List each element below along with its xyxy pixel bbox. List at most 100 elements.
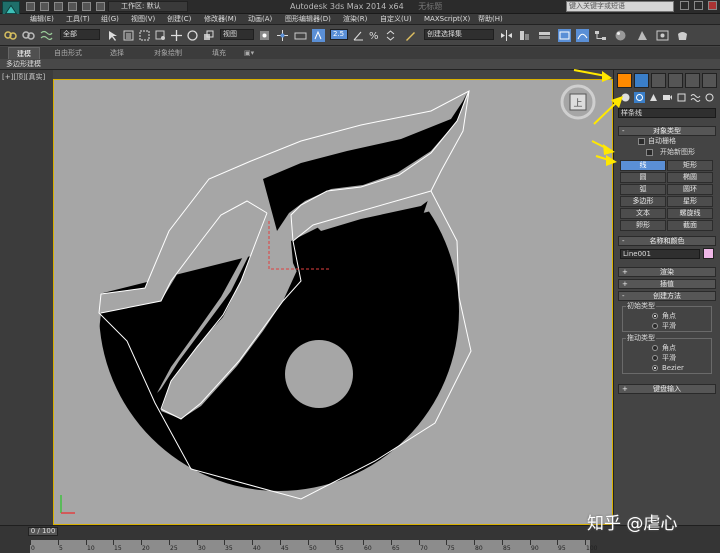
select-by-name-icon[interactable] xyxy=(122,29,135,42)
material-editor-icon[interactable] xyxy=(614,29,627,42)
ribbon-options-icon[interactable]: ▣▾ xyxy=(236,47,262,59)
ellipse-button[interactable]: 椭圆 xyxy=(667,172,713,183)
display-tab-icon[interactable] xyxy=(685,73,700,88)
modify-tab-icon[interactable] xyxy=(634,73,649,88)
align-icon[interactable] xyxy=(518,29,531,42)
systems-icon[interactable] xyxy=(704,92,715,103)
menu-graph-editors[interactable]: 图形编辑器(D) xyxy=(285,14,331,25)
menu-views[interactable]: 视图(V) xyxy=(131,14,155,25)
close-icon[interactable] xyxy=(708,1,717,10)
drag-bezier-radio[interactable] xyxy=(652,365,658,371)
link-icon[interactable] xyxy=(4,29,17,42)
keyboard-shortcut-override-icon[interactable] xyxy=(294,29,307,42)
category-dropdown[interactable]: 样条线 xyxy=(618,108,716,118)
edit-named-selection-icon[interactable] xyxy=(404,29,417,42)
move-icon[interactable] xyxy=(170,29,183,42)
creation-method-rollout[interactable]: - 创建方法 xyxy=(618,291,716,301)
initial-corner-radio[interactable] xyxy=(652,313,658,319)
menu-rendering[interactable]: 渲染(R) xyxy=(343,14,367,25)
redo-icon[interactable] xyxy=(82,2,91,11)
graphite-ribbon-icon[interactable] xyxy=(558,29,571,42)
tab-populate[interactable]: 填充 xyxy=(204,47,234,59)
object-type-rollout[interactable]: - 对象类型 xyxy=(618,126,716,136)
lights-icon[interactable] xyxy=(648,92,659,103)
menu-edit[interactable]: 编辑(E) xyxy=(30,14,54,25)
start-new-shape-checkbox[interactable] xyxy=(646,149,653,156)
rectangle-button[interactable]: 矩形 xyxy=(667,160,713,171)
open-file-icon[interactable] xyxy=(40,2,49,11)
keyboard-entry-rollout[interactable]: + 键盘输入 xyxy=(618,384,716,394)
donut-button[interactable]: 圆环 xyxy=(667,184,713,195)
unlink-icon[interactable] xyxy=(22,29,35,42)
schematic-view-icon[interactable] xyxy=(594,29,607,42)
cameras-icon[interactable] xyxy=(662,92,673,103)
window-crossing-icon[interactable] xyxy=(154,29,167,42)
utilities-tab-icon[interactable] xyxy=(702,73,717,88)
pivot-center-icon[interactable] xyxy=(258,29,271,42)
percent-snap-icon[interactable]: % xyxy=(368,29,381,42)
viewport-top[interactable]: 上 xyxy=(53,79,613,525)
initial-smooth-radio[interactable] xyxy=(652,323,658,329)
menu-help[interactable]: 帮助(H) xyxy=(478,14,503,25)
render-production-icon[interactable] xyxy=(676,29,689,42)
angle-snap-icon[interactable] xyxy=(352,29,365,42)
layer-manager-icon[interactable] xyxy=(538,29,551,42)
ribbon-panel-label[interactable]: 多边形建模 xyxy=(6,59,41,70)
tab-modeling[interactable]: 建模 xyxy=(8,47,40,59)
object-name-field[interactable]: Line001 xyxy=(620,249,700,259)
maximize-icon[interactable] xyxy=(694,1,703,10)
interpolation-rollout[interactable]: + 插值 xyxy=(618,279,716,289)
reference-coord-dropdown[interactable]: 视图 xyxy=(220,29,254,40)
ngon-button[interactable]: 多边形 xyxy=(620,196,666,207)
menu-create[interactable]: 创建(C) xyxy=(167,14,191,25)
menu-maxscript[interactable]: MAXScript(X) xyxy=(424,14,470,25)
text-button[interactable]: 文本 xyxy=(620,208,666,219)
motion-tab-icon[interactable] xyxy=(668,73,683,88)
tab-freeform[interactable]: 自由形式 xyxy=(46,47,90,59)
curve-editor-icon[interactable] xyxy=(576,29,589,42)
menu-animation[interactable]: 动画(A) xyxy=(248,14,272,25)
minimize-icon[interactable] xyxy=(680,1,689,10)
search-input[interactable]: 键入关键字或短语 xyxy=(566,1,674,12)
rendered-frame-window-icon[interactable] xyxy=(656,29,669,42)
shapes-icon[interactable] xyxy=(634,92,645,103)
mirror-icon[interactable] xyxy=(500,29,513,42)
scale-icon[interactable] xyxy=(202,29,215,42)
undo-icon[interactable] xyxy=(68,2,77,11)
space-warps-icon[interactable] xyxy=(690,92,701,103)
name-color-rollout[interactable]: - 名称和颜色 xyxy=(618,236,716,246)
save-file-icon[interactable] xyxy=(54,2,63,11)
drag-corner-radio[interactable] xyxy=(652,345,658,351)
spinner-snap-icon[interactable] xyxy=(384,29,397,42)
render-setup-icon[interactable] xyxy=(636,29,649,42)
rendering-rollout[interactable]: + 渲染 xyxy=(618,267,716,277)
tab-object-paint[interactable]: 对象绘制 xyxy=(146,47,190,59)
track-bar[interactable]: 0 5 10 15 20 25 30 35 40 45 50 55 60 65 70 75 80 85 90 95 10… xyxy=(30,540,597,553)
arc-button[interactable]: 弧 xyxy=(620,184,666,195)
named-selection-dropdown[interactable]: 创建选择集 xyxy=(424,29,494,40)
menu-tools[interactable]: 工具(T) xyxy=(66,14,90,25)
select-and-manipulate-icon[interactable] xyxy=(276,29,289,42)
new-file-icon[interactable] xyxy=(26,2,35,11)
project-folder-icon[interactable] xyxy=(96,2,105,11)
rotate-icon[interactable] xyxy=(186,29,199,42)
workspace-dropdown[interactable]: 工作区: 默认 xyxy=(108,1,188,12)
helix-button[interactable]: 螺旋线 xyxy=(667,208,713,219)
menu-group[interactable]: 组(G) xyxy=(101,14,119,25)
drag-smooth-radio[interactable] xyxy=(652,355,658,361)
autogrid-checkbox[interactable] xyxy=(638,138,645,145)
menu-customize[interactable]: 自定义(U) xyxy=(380,14,412,25)
tab-selection[interactable]: 选择 xyxy=(102,47,132,59)
bind-space-warp-icon[interactable] xyxy=(40,29,53,42)
snaps-toggle-icon[interactable] xyxy=(312,29,325,42)
object-color-swatch[interactable] xyxy=(703,248,714,259)
helpers-icon[interactable] xyxy=(676,92,687,103)
menu-modifiers[interactable]: 修改器(M) xyxy=(204,14,237,25)
star-button[interactable]: 星形 xyxy=(667,196,713,207)
circle-button[interactable]: 圆 xyxy=(620,172,666,183)
snap-value[interactable]: 2.5 xyxy=(330,29,348,40)
time-slider[interactable]: 0 / 100 xyxy=(28,527,58,536)
hierarchy-tab-icon[interactable] xyxy=(651,73,666,88)
selection-filter-dropdown[interactable]: 全部 xyxy=(60,29,100,40)
egg-button[interactable]: 卵形 xyxy=(620,220,666,231)
